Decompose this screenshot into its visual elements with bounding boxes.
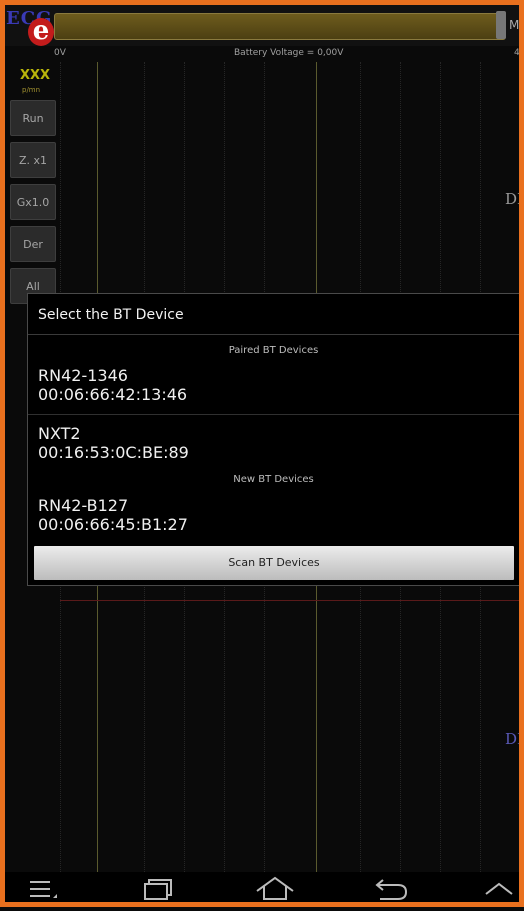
- dialog-divider: [28, 334, 519, 335]
- voltage-row: 0V Battery Voltage = 0,00V 4: [0, 47, 524, 61]
- run-button[interactable]: Run: [10, 100, 56, 136]
- home-icon[interactable]: [245, 872, 305, 907]
- device-address: 00:16:53:0C:BE:89: [38, 443, 189, 462]
- device-address: 00:06:66:42:13:46: [38, 385, 188, 404]
- paired-devices-header: Paired BT Devices: [228, 345, 319, 356]
- recent-apps-icon[interactable]: [125, 872, 185, 907]
- device-name: RN42-1346: [38, 366, 128, 385]
- scan-bt-devices-button[interactable]: Scan BT Devices: [34, 546, 514, 580]
- device-name: RN42-B127: [38, 496, 129, 515]
- device-item[interactable]: NXT2 00:16:53:0C:BE:89: [38, 424, 189, 462]
- lead-label-bottom: DI: [505, 730, 523, 748]
- battery-voltage-label: Battery Voltage = 0,00V: [234, 48, 344, 58]
- zoom-button[interactable]: Z. x1: [10, 142, 56, 178]
- device-item[interactable]: RN42-B127 00:06:66:45:B1:27: [38, 496, 188, 534]
- progress-handle[interactable]: [496, 11, 506, 39]
- device-address: 00:06:66:45:B1:27: [38, 515, 188, 534]
- back-icon[interactable]: [362, 872, 422, 907]
- dialog-title: Select the BT Device: [38, 307, 184, 323]
- derivation-button[interactable]: Der: [10, 226, 56, 262]
- lead-label-top: DI: [505, 190, 523, 208]
- device-divider: [28, 414, 519, 415]
- bpm-value: XXX: [20, 68, 51, 83]
- bt-device-dialog: Select the BT Device Paired BT Devices R…: [27, 293, 520, 586]
- device-item[interactable]: RN42-1346 00:06:66:42:13:46: [38, 366, 187, 404]
- menu-icon[interactable]: [20, 872, 80, 907]
- top-progress-bar[interactable]: [54, 13, 506, 40]
- voltage-left-label: 0V: [54, 48, 66, 58]
- top-bar: ECG e Me: [0, 0, 524, 46]
- top-right-label: Me: [509, 18, 524, 32]
- logo-e-icon: e: [28, 18, 54, 46]
- gain-button[interactable]: Gx1.0: [10, 184, 56, 220]
- android-nav-bar: [0, 872, 524, 907]
- new-devices-header: New BT Devices: [233, 474, 314, 485]
- chevron-up-icon[interactable]: [474, 872, 524, 907]
- bpm-unit: p/mn: [22, 86, 41, 94]
- baseline-line: [60, 600, 524, 601]
- voltage-right-label: 4: [514, 48, 520, 58]
- device-name: NXT2: [38, 424, 81, 443]
